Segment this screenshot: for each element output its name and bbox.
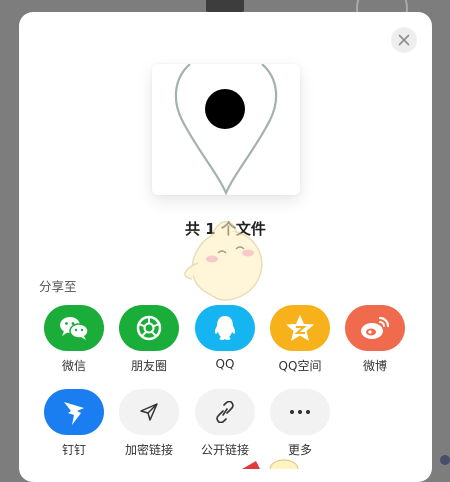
share-label: 微信	[61, 359, 86, 373]
wechat-icon	[44, 305, 104, 351]
close-icon	[398, 34, 410, 46]
share-weibo-button[interactable]: 微博	[342, 305, 408, 374]
share-label: 更多	[287, 443, 312, 457]
mascot-sticker-icon	[184, 221, 263, 301]
location-pin-icon	[174, 64, 278, 195]
share-qzone-button[interactable]: QQ空间	[267, 305, 333, 374]
share-label: 钉钉	[61, 443, 86, 457]
more-icon	[270, 389, 330, 435]
link-icon	[195, 389, 255, 435]
share-label: QQ	[215, 357, 235, 371]
share-more-button[interactable]: 更多	[267, 389, 333, 458]
share-encrypted-link-button[interactable]: 加密链接	[116, 389, 182, 458]
share-label: 公开链接	[200, 443, 249, 457]
share-label: 朋友圈	[130, 359, 167, 373]
floating-sticker-icon	[242, 459, 299, 469]
share-public-link-button[interactable]: 公开链接	[192, 389, 258, 458]
close-button[interactable]	[391, 27, 417, 53]
share-wechat-button[interactable]: 微信	[41, 305, 107, 374]
file-preview[interactable]	[152, 64, 300, 195]
weibo-icon	[345, 305, 405, 351]
background-dot	[440, 455, 450, 465]
moments-icon	[119, 305, 179, 351]
qq-icon	[195, 305, 255, 351]
share-label: 微博	[362, 359, 387, 373]
share-sheet: 共 1 个文件 分享至 微信 朋友圈 QQ QQ空间 微博 钉钉 加密链接 公开…	[19, 12, 432, 482]
share-moments-button[interactable]: 朋友圈	[116, 305, 182, 374]
qzone-icon	[270, 305, 330, 351]
share-label: QQ空间	[278, 359, 322, 373]
share-dingtalk-button[interactable]: 钉钉	[41, 389, 107, 458]
share-qq-button[interactable]: QQ	[192, 305, 258, 371]
dingtalk-icon	[44, 389, 104, 435]
background-thumbnail	[206, 0, 244, 12]
share-label: 加密链接	[124, 443, 173, 457]
send-icon	[119, 389, 179, 435]
share-section-label: 分享至	[39, 279, 77, 294]
